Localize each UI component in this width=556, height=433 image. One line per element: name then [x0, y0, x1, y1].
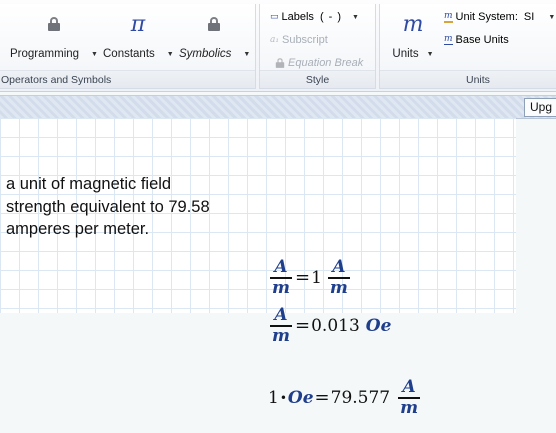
labels-value: ( - ): [319, 11, 343, 23]
operators-symbols-group-label: Operators and Symbols: [0, 70, 255, 88]
fraction-numerator: A: [274, 257, 288, 277]
result-value: 79.577: [330, 387, 391, 408]
constants-label: Constants: [103, 48, 155, 60]
units-group: m Units ▼ m Unit System: SI ▼ m Base Unit…: [379, 4, 556, 89]
units-label: Units: [392, 48, 419, 60]
programming-label: Programming: [10, 48, 80, 60]
equals-sign: =: [314, 387, 330, 409]
constants-button[interactable]: π Constants ▼: [103, 11, 174, 61]
equation-2[interactable]: A m = 0.013 Oe: [268, 306, 391, 346]
base-units-button[interactable]: m Base Units: [444, 34, 509, 46]
chevron-down-icon: ▼: [548, 13, 556, 21]
text-line: amperes per meter.: [6, 220, 150, 238]
pi-icon: π: [130, 11, 146, 37]
labels-label: Labels: [281, 11, 314, 23]
multiply-dot: •: [279, 390, 287, 405]
subscript-button[interactable]: a₁ Subscript: [270, 34, 328, 46]
fraction-numerator: A: [332, 257, 346, 277]
equation-1[interactable]: A m = 1 A m: [268, 258, 352, 298]
m-units-icon: m: [402, 11, 424, 37]
operators-symbols-group: Programming ▼ π Constants ▼ Symbolics ▼ Ope…: [0, 4, 256, 89]
chevron-down-icon: ▼: [426, 51, 434, 58]
fraction-denominator: m: [400, 397, 419, 418]
units-button[interactable]: m Units ▼: [388, 11, 438, 61]
unit-system-dropdown[interactable]: m Unit System: SI ▼: [444, 11, 555, 23]
result-unit-fraction: A m: [398, 377, 421, 418]
lhs-unit: Oe: [287, 387, 314, 408]
equals-sign: =: [295, 267, 311, 289]
unit-fraction: A m: [270, 258, 292, 298]
labels-icon: ▭: [270, 11, 279, 22]
equals-sign: =: [295, 315, 311, 337]
chevron-down-icon: ▼: [91, 51, 98, 58]
equation-3[interactable]: 1 • Oe = 79.577 A m: [268, 378, 422, 418]
equation-break-label: Equation Break: [288, 57, 364, 69]
lock-icon: [48, 17, 60, 31]
style-group: ▭ Labels ( - ) ▼ a₁ Subscript Equation B…: [259, 4, 376, 89]
result-value: 1: [311, 267, 322, 288]
unit-system-value: SI: [523, 11, 535, 23]
lock-icon: [208, 17, 220, 31]
chevron-down-icon: ▼: [352, 13, 359, 21]
chevron-down-icon: ▼: [243, 51, 251, 58]
symbolics-button[interactable]: Symbolics ▼: [179, 12, 251, 60]
lhs-value: 1: [268, 387, 279, 408]
chevron-down-icon: ▼: [166, 51, 174, 58]
upgrade-button[interactable]: Upg: [523, 98, 556, 117]
result-value: 0.013: [311, 315, 360, 336]
fraction-denominator: m: [329, 277, 348, 298]
fraction-numerator: A: [402, 377, 416, 397]
result-unit-fraction: A m: [327, 257, 350, 298]
result-unit: Oe: [365, 315, 392, 336]
style-group-label: Style: [260, 70, 375, 88]
subscript-label: Subscript: [281, 34, 328, 46]
symbolics-label: Symbolics: [179, 48, 232, 60]
fraction-numerator: A: [274, 305, 288, 325]
ribbon: Programming ▼ π Constants ▼ Symbolics ▼ Ope…: [0, 0, 556, 92]
lock-icon: [275, 58, 285, 68]
unit-system-label: Unit System:: [455, 11, 518, 23]
labels-dropdown[interactable]: ▭ Labels ( - ) ▼: [270, 11, 359, 23]
unit-fraction: A m: [270, 306, 292, 346]
notification-strip: Upg: [0, 95, 556, 119]
equation-break-button[interactable]: Equation Break: [274, 56, 363, 70]
fraction-denominator: m: [272, 277, 290, 298]
text-region[interactable]: a unit of magnetic field strength equiva…: [6, 173, 210, 241]
base-units-icon: m: [444, 34, 453, 45]
base-units-label: Base Units: [455, 34, 509, 46]
subscript-icon: a₁: [270, 34, 279, 45]
text-line: a unit of magnetic field: [6, 175, 172, 193]
unit-system-icon: m: [444, 10, 453, 23]
fraction-denominator: m: [272, 325, 290, 346]
programming-button[interactable]: Programming ▼: [9, 12, 99, 60]
units-group-label: Units: [380, 70, 556, 88]
text-line: strength equivalent to 79.58: [6, 197, 210, 216]
